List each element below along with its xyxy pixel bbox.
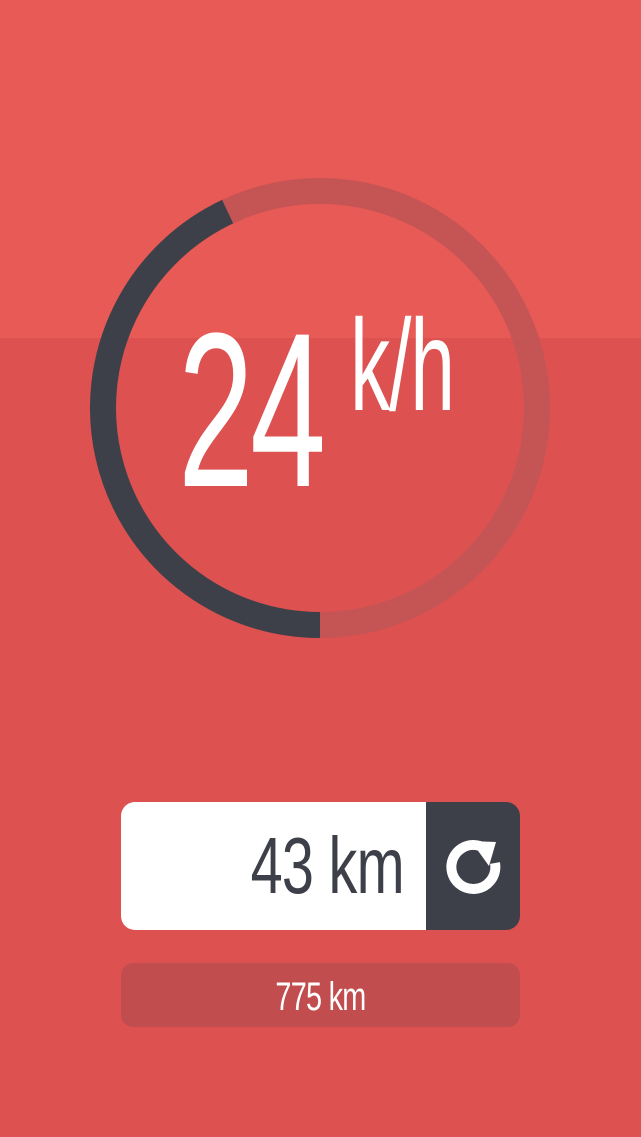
speed-unit: k/h <box>350 292 455 438</box>
speed-value: 24 <box>178 287 326 533</box>
total-odometer: 775 km <box>121 963 520 1027</box>
trip-distance: 43 km <box>250 821 405 910</box>
total-distance: 775 km <box>275 975 366 1019</box>
reset-arrow-icon <box>446 839 501 894</box>
trip-display: 43 km <box>121 802 426 930</box>
trip-odometer: 43 km <box>121 802 520 930</box>
reset-trip-button[interactable] <box>426 802 520 930</box>
